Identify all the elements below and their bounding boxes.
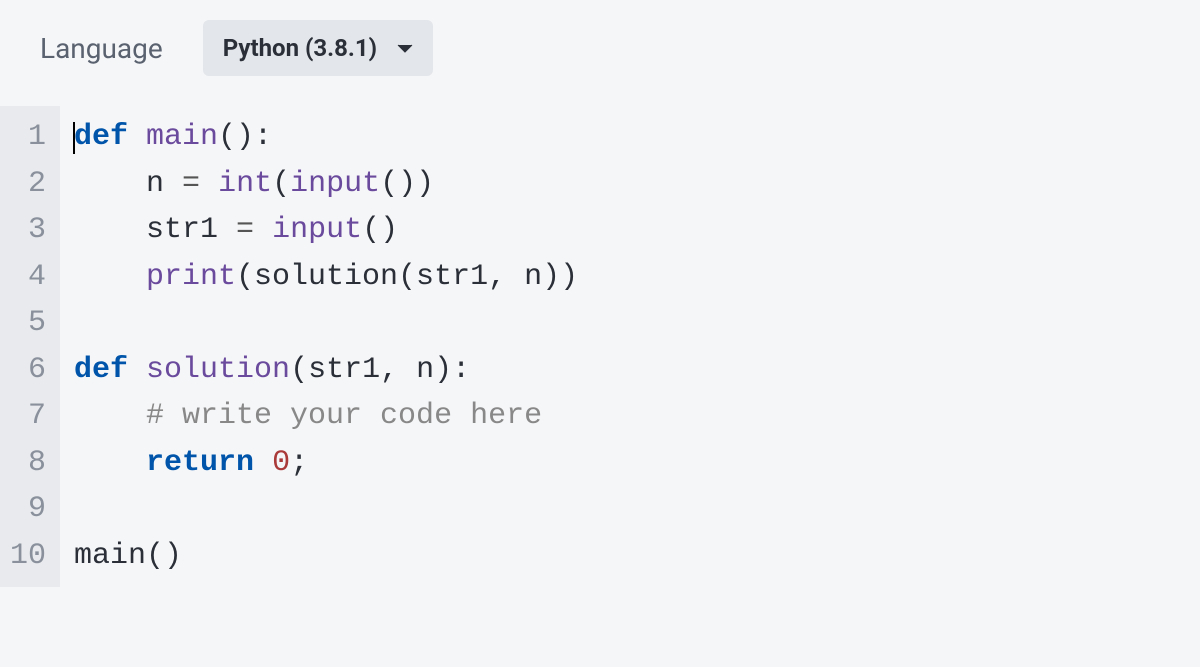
code-line[interactable]: main() [74, 533, 578, 580]
chevron-down-icon [397, 39, 413, 58]
language-dropdown[interactable]: Python (3.8.1) [203, 20, 433, 76]
line-number: 4 [8, 254, 46, 301]
line-number-gutter: 12345678910 [0, 106, 60, 587]
line-number: 2 [8, 161, 46, 208]
line-number: 7 [8, 393, 46, 440]
line-number: 9 [8, 486, 46, 533]
code-line[interactable]: def solution(str1, n): [74, 347, 578, 394]
line-number: 10 [8, 533, 46, 580]
line-number: 6 [8, 347, 46, 394]
code-line[interactable]: str1 = input() [74, 207, 578, 254]
language-selected: Python (3.8.1) [223, 34, 377, 62]
code-line[interactable]: def main(): [74, 114, 578, 161]
code-line[interactable] [74, 300, 578, 347]
header: Language Python (3.8.1) [0, 0, 1200, 106]
line-number: 8 [8, 440, 46, 487]
code-line[interactable] [74, 486, 578, 533]
code-line[interactable]: # write your code here [74, 393, 578, 440]
code-line[interactable]: print(solution(str1, n)) [74, 254, 578, 301]
line-number: 3 [8, 207, 46, 254]
text-cursor [73, 122, 75, 154]
code-content[interactable]: def main(): n = int(input()) str1 = inpu… [60, 106, 578, 587]
code-editor[interactable]: 12345678910 def main(): n = int(input())… [0, 106, 1200, 587]
line-number: 1 [8, 114, 46, 161]
line-number: 5 [8, 300, 46, 347]
code-line[interactable]: n = int(input()) [74, 161, 578, 208]
code-line[interactable]: return 0; [74, 440, 578, 487]
language-label: Language [40, 32, 163, 65]
